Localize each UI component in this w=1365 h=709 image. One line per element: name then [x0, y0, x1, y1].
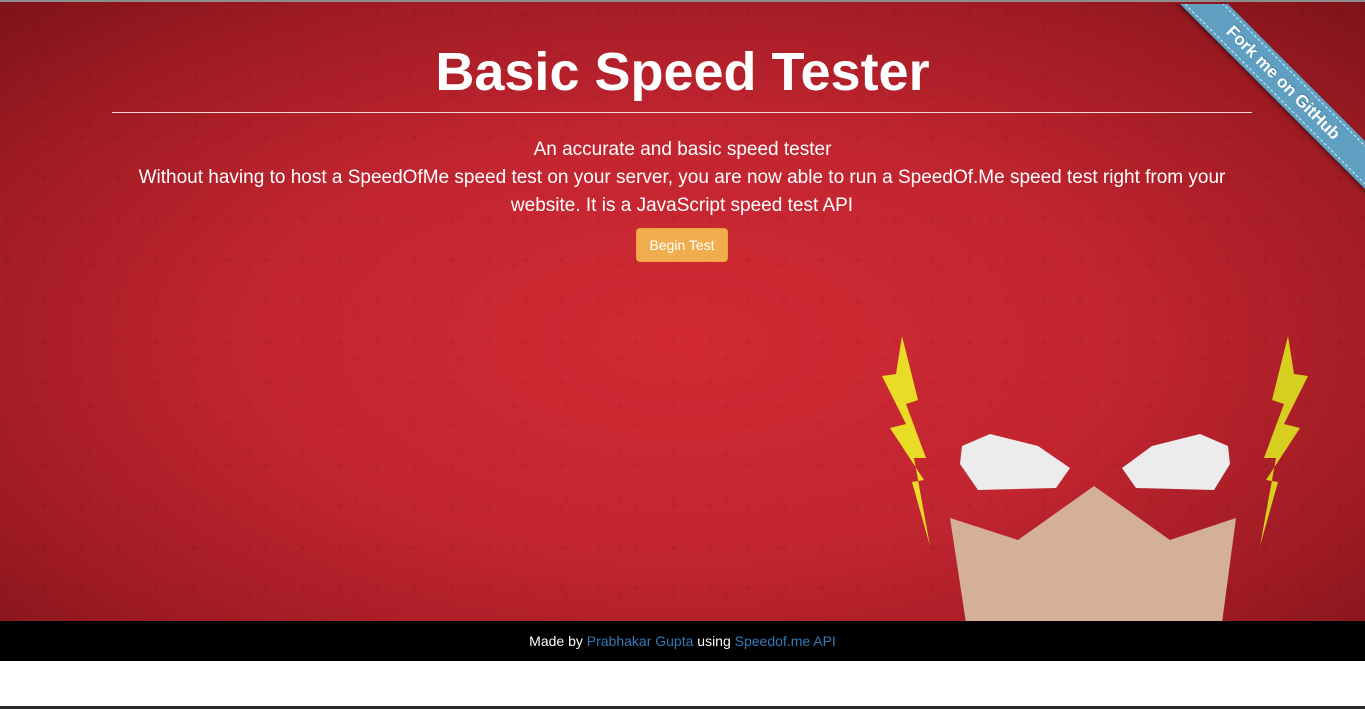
- footer-made-by: Made by: [529, 633, 583, 649]
- flash-mask-illustration: [882, 336, 1308, 621]
- api-link[interactable]: Speedof.me API: [735, 633, 836, 649]
- footer-using: using: [697, 633, 731, 649]
- fork-on-github-ribbon[interactable]: Fork me on GitHub: [1171, 4, 1365, 195]
- author-link[interactable]: Prabhakar Gupta: [587, 633, 694, 649]
- begin-test-button[interactable]: Begin Test: [636, 228, 728, 262]
- footer: Made by Prabhakar Gupta using Speedof.me…: [0, 621, 1365, 661]
- title-divider: [112, 112, 1252, 113]
- right-lightning-bolt: [1260, 336, 1308, 546]
- description: Without having to host a SpeedOfMe speed…: [138, 167, 1226, 216]
- mask-lower-face: [950, 486, 1236, 621]
- left-eye: [960, 434, 1070, 490]
- hero-section: Basic Speed Tester An accurate and basic…: [0, 2, 1365, 621]
- right-eye: [1122, 434, 1230, 490]
- left-lightning-bolt: [882, 336, 930, 546]
- subtitle: An accurate and basic speed tester: [533, 139, 832, 160]
- page-title: Basic Speed Tester: [435, 42, 930, 102]
- github-ribbon-container: Fork me on GitHub: [1165, 4, 1365, 204]
